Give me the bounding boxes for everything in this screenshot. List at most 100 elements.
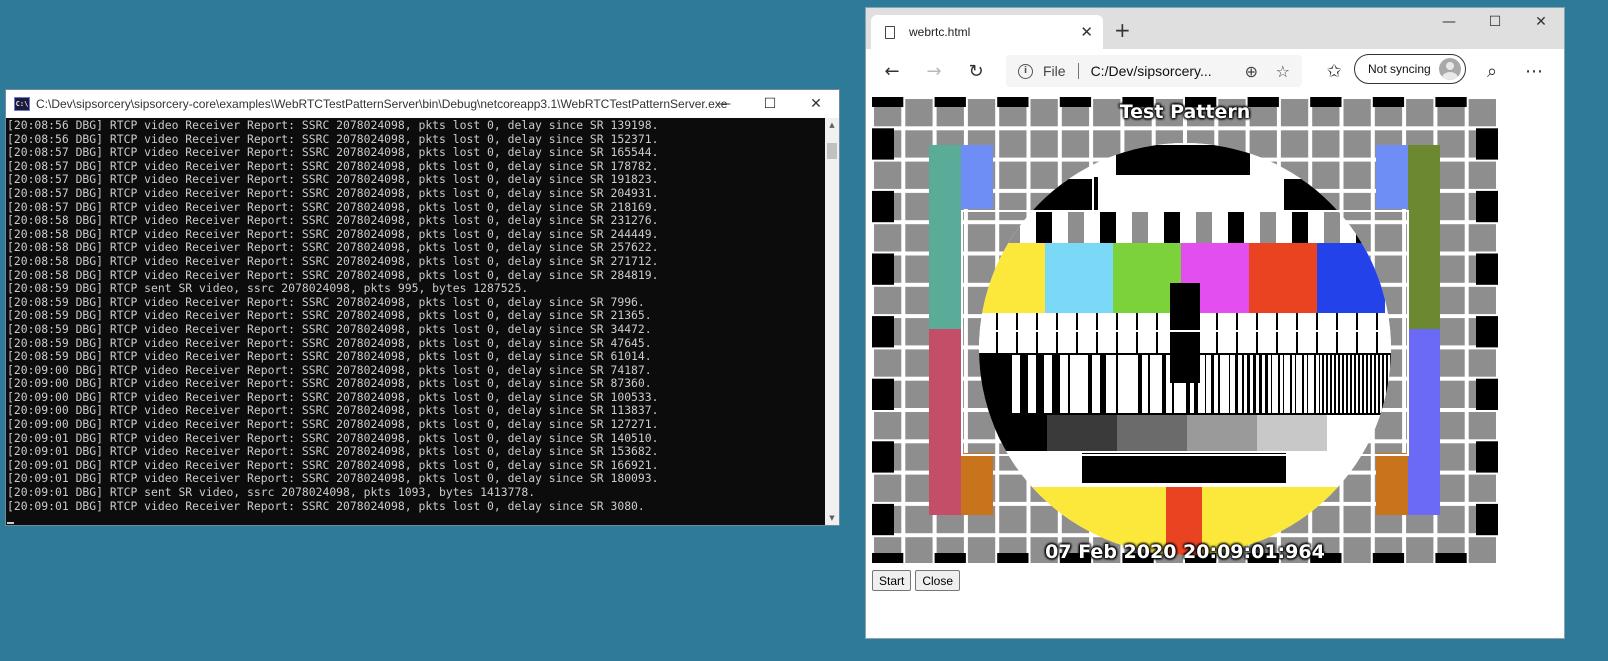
checker-cell [1476,190,1498,223]
grating-line [1300,355,1302,413]
grating-line [1094,355,1100,413]
grating-line [1220,355,1223,413]
checker-cell [1476,128,1498,160]
minimize-icon[interactable]: — [1426,8,1472,36]
grating-line [1238,355,1241,413]
start-button[interactable]: Start [872,570,912,591]
color-bar [1249,243,1317,313]
more-menu-icon[interactable]: ⋯ [1518,55,1550,87]
tick-line [1136,313,1138,353]
forward-arrow-icon[interactable]: → [918,55,950,87]
grating-line [1250,355,1253,413]
grating-line [1276,355,1278,413]
checker-cell [1132,211,1148,243]
grating-line [1352,355,1354,413]
grating-line [1232,355,1235,413]
grating-line [1292,355,1294,413]
info-icon[interactable]: i [1018,63,1033,79]
console-line: [20:09:01 DBG] RTCP video Receiver Repor… [7,430,659,445]
file-icon [885,25,895,39]
checker-cell [1476,253,1498,285]
url-text[interactable]: C:/Dev/sipsorcery... [1091,63,1212,79]
grating-line [1202,355,1205,413]
tick-line [1376,313,1378,353]
favorites-icon[interactable]: ✩ [1318,55,1350,87]
checker-cell [872,441,894,473]
refresh-icon[interactable]: ↻ [960,55,992,87]
console-titlebar[interactable]: C:\ C:\Dev\sipsorcery\sipsorcery-core\ex… [6,90,839,118]
address-bar[interactable]: i File C:/Dev/sipsorcery... ⊕ ☆ [1006,55,1302,87]
console-output[interactable]: [20:08:56 DBG] RTCP video Receiver Repor… [6,118,825,525]
console-scrollbar[interactable]: ▲ ▼ [825,118,839,525]
console-line: [20:08:59 DBG] RTCP video Receiver Repor… [7,349,652,364]
grating-line [1244,355,1247,413]
console-line: [20:09:00 DBG] RTCP video Receiver Repor… [7,389,659,404]
close-icon[interactable]: ✕ [1518,8,1564,36]
add-favorite-star-icon[interactable]: ☆ [1276,62,1290,81]
console-line: [20:08:58 DBG] RTCP video Receiver Repor… [7,240,659,255]
scroll-up-arrow-icon[interactable]: ▲ [825,118,839,132]
checker-cell [1164,211,1180,243]
close-button[interactable]: Close [915,570,961,591]
grating-line [1344,355,1346,413]
tick-line [1096,313,1098,353]
page-content: Test Pattern 07 Feb 2020 20:09:01:964 St… [866,93,1564,638]
grating-line [1150,355,1154,413]
tick-line [1336,313,1338,353]
tab-close-icon[interactable]: ✕ [1080,23,1093,41]
checker-cell [872,503,894,536]
zoom-icon[interactable]: ⊕ [1245,62,1258,81]
console-line: [20:08:59 DBG] RTCP video Receiver Repor… [7,308,652,323]
url-scheme: File [1043,63,1066,79]
console-line: [20:08:56 DBG] RTCP video Receiver Repor… [7,118,659,132]
grating-line [1380,355,1382,413]
gray-steps [979,415,1391,451]
grating-line [1348,355,1350,413]
checker-cell [872,128,894,160]
read-aloud-icon[interactable]: ⌕ [1476,55,1508,87]
console-window-controls: — ☐ ✕ [701,90,839,118]
grating-line [1280,355,1282,413]
console-line: [20:09:01 DBG] RTCP video Receiver Repor… [7,444,659,459]
console-line: [20:08:57 DBG] RTCP video Receiver Repor… [7,145,659,160]
scrollbar-thumb[interactable] [827,143,837,159]
grating-line [1364,355,1366,413]
console-line: [20:09:01 DBG] RTCP video Receiver Repor… [7,457,659,472]
tick-line [1076,313,1078,353]
grating-line [1304,355,1306,413]
grating-line [1316,355,1318,413]
grating-line [1158,355,1162,413]
checker-row [979,211,1391,243]
console-window[interactable]: C:\ C:\Dev\sipsorcery\sipsorcery-core\ex… [5,89,840,526]
profile-avatar-icon [1439,58,1461,80]
grating-line [1028,355,1036,413]
scroll-down-arrow-icon[interactable]: ▼ [825,511,839,525]
tab-webrtc[interactable]: webrtc.html ✕ [871,15,1103,49]
console-line: [20:09:01 DBG] RTCP sent SR video, ssrc … [7,485,536,500]
grating-line [1082,355,1088,413]
console-line: [20:08:59 DBG] RTCP video Receiver Repor… [7,294,645,309]
minimize-icon[interactable]: — [701,90,747,118]
grating-line [1368,355,1370,413]
sync-button[interactable]: Not syncing [1354,54,1466,84]
grating-line [1340,355,1342,413]
test-pattern-image [872,97,1498,563]
checker-cell [1476,378,1498,410]
grating-line [1296,355,1298,413]
console-line: [20:09:00 DBG] RTCP video Receiver Repor… [7,403,659,418]
checker-cell [1476,316,1498,348]
maximize-icon[interactable]: ☐ [747,90,793,118]
console-line: [20:08:59 DBG] RTCP video Receiver Repor… [7,321,652,336]
browser-window[interactable]: webrtc.html ✕ + — ☐ ✕ ← → ↻ i File C:/De… [865,7,1565,639]
tick-line [1276,313,1278,353]
close-icon[interactable]: ✕ [793,90,839,118]
grating-line [1256,355,1259,413]
tick-line [1116,313,1118,353]
side-bar [929,145,961,329]
grating-line [1268,355,1271,413]
new-tab-icon[interactable]: + [1114,20,1131,40]
maximize-icon[interactable]: ☐ [1472,8,1518,36]
checker-cell [1324,211,1340,243]
video-element[interactable]: Test Pattern 07 Feb 2020 20:09:01:964 [872,97,1498,563]
back-arrow-icon[interactable]: ← [876,55,908,87]
